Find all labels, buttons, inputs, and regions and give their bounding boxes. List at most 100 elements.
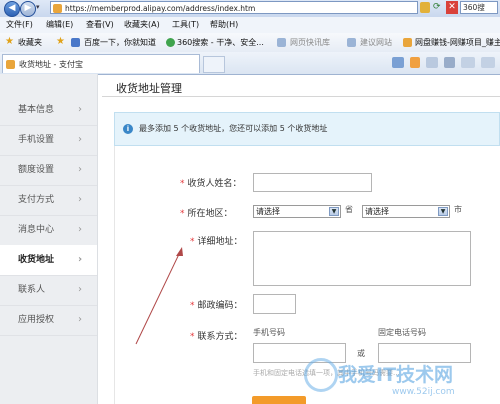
search-engine-box[interactable]: 360搜 bbox=[460, 1, 498, 14]
sidebar-item-app-auth[interactable]: 应用授权 › bbox=[0, 305, 97, 336]
zip-label: * 邮政编码： bbox=[190, 298, 243, 311]
site-favicon-icon bbox=[53, 4, 62, 13]
back-button[interactable]: ◀ bbox=[4, 1, 20, 17]
contact-label: * 联系方式： bbox=[190, 329, 243, 342]
zip-label-text: 邮政编码： bbox=[197, 301, 243, 311]
sidebar-item-basic-info[interactable]: 基本信息 › bbox=[0, 95, 97, 126]
baidu-icon bbox=[71, 38, 80, 47]
fav-link-360[interactable]: 360搜索 - 干净、安全... bbox=[177, 37, 264, 48]
province-select[interactable]: 请选择 ▼ bbox=[253, 205, 341, 218]
favorites-bar: ★ 收藏夹 ★ 百度一下，你就知道 360搜索 - 干净、安全... 网页快讯库… bbox=[0, 33, 500, 53]
province-select-value: 请选择 bbox=[256, 207, 280, 216]
tab-favicon-icon bbox=[6, 60, 15, 69]
fav-link-baidu[interactable]: 百度一下，你就知道 bbox=[84, 37, 156, 48]
required-mark: * bbox=[190, 301, 195, 311]
safety-menu-icon[interactable] bbox=[481, 57, 495, 68]
address-label: * 详细地址： bbox=[190, 234, 243, 247]
city-select-value: 请选择 bbox=[365, 207, 389, 216]
limit-notice: i 最多添加 5 个收货地址，您还可以添加 5 个收货地址 bbox=[114, 112, 500, 146]
menu-help[interactable]: 帮助(H) bbox=[210, 19, 238, 30]
chevron-right-icon: › bbox=[78, 284, 82, 295]
contact-hint: 手机和固定电话选填一项，其中手机号码需要... bbox=[253, 369, 400, 377]
notice-text: 最多添加 5 个收货地址，您还可以添加 5 个收货地址 bbox=[139, 124, 328, 133]
web-slice-icon bbox=[277, 38, 286, 47]
tab-alipay-address[interactable]: 收货地址 - 支付宝 bbox=[2, 54, 200, 73]
wangpan-icon bbox=[403, 38, 412, 47]
chevron-right-icon: › bbox=[78, 254, 83, 265]
menu-bar: 文件(F) 编辑(E) 查看(V) 收藏夹(A) 工具(T) 帮助(H) bbox=[0, 17, 500, 34]
home-icon[interactable] bbox=[392, 57, 404, 68]
name-label-text: 收货人姓名： bbox=[187, 179, 242, 189]
chevron-right-icon: › bbox=[78, 314, 82, 325]
menu-view[interactable]: 查看(V) bbox=[86, 19, 114, 30]
required-mark: * bbox=[180, 179, 185, 189]
url-field[interactable]: https://memberprod.alipay.com/address/in… bbox=[50, 1, 418, 14]
search-engine-label: 360搜 bbox=[463, 3, 485, 12]
mobile-label: 手机号码 bbox=[253, 328, 285, 337]
required-mark: * bbox=[190, 237, 195, 247]
menu-tools[interactable]: 工具(T) bbox=[172, 19, 199, 30]
fav-link-suggested[interactable]: 建议网站 bbox=[360, 37, 392, 48]
sidebar-item-limit[interactable]: 额度设置 › bbox=[0, 155, 97, 186]
suggested-sites-icon bbox=[347, 38, 356, 47]
favorites-star-icon: ★ bbox=[5, 36, 14, 47]
add-favorite-icon[interactable]: ★ bbox=[56, 36, 65, 47]
required-mark: * bbox=[180, 209, 185, 219]
rss-feed-icon[interactable] bbox=[410, 57, 420, 68]
or-text: 或 bbox=[357, 349, 365, 358]
refresh-icon[interactable]: ⟳ bbox=[433, 2, 443, 13]
save-button[interactable] bbox=[252, 396, 306, 404]
fav-link-wangpan[interactable]: 网盘赚钱-网赚项目_赚主... bbox=[415, 37, 500, 48]
detailed-address-textarea[interactable] bbox=[253, 231, 471, 286]
region-label: * 所在地区： bbox=[180, 206, 233, 219]
info-icon: i bbox=[123, 124, 133, 134]
sidebar-item-label: 基本信息 bbox=[18, 105, 55, 115]
chevron-right-icon: › bbox=[78, 194, 82, 205]
sidebar-item-phone[interactable]: 手机设置 › bbox=[0, 125, 97, 156]
chevron-right-icon: › bbox=[78, 164, 82, 175]
contact-label-text: 联系方式： bbox=[197, 332, 243, 342]
page-menu-icon[interactable] bbox=[461, 57, 475, 68]
sidebar-item-label: 联系人 bbox=[18, 285, 46, 295]
history-dropdown-icon[interactable]: ▾ bbox=[36, 3, 40, 11]
print-icon[interactable] bbox=[444, 57, 455, 68]
zip-code-input[interactable] bbox=[253, 294, 296, 314]
city-select[interactable]: 请选择 ▼ bbox=[362, 205, 450, 218]
region-label-text: 所在地区： bbox=[187, 209, 233, 219]
menu-file[interactable]: 文件(F) bbox=[6, 19, 33, 30]
so360-icon bbox=[166, 38, 175, 47]
stop-icon[interactable]: ✕ bbox=[446, 1, 458, 14]
chevron-down-icon: ▼ bbox=[438, 207, 448, 216]
mail-icon[interactable] bbox=[426, 57, 438, 68]
annotation-arrow bbox=[135, 247, 183, 345]
tab-bar: 收货地址 - 支付宝 bbox=[0, 52, 500, 75]
province-suffix: 省 bbox=[345, 205, 353, 214]
required-mark: * bbox=[190, 332, 195, 342]
sidebar-item-label: 消息中心 bbox=[18, 225, 55, 235]
menu-edit[interactable]: 编辑(E) bbox=[46, 19, 73, 30]
chevron-right-icon: › bbox=[78, 104, 82, 115]
sidebar-item-payment[interactable]: 支付方式 › bbox=[0, 185, 97, 216]
receiver-name-input[interactable] bbox=[253, 173, 372, 192]
sidebar-item-contacts[interactable]: 联系人 › bbox=[0, 275, 97, 306]
sidebar-item-label: 手机设置 bbox=[18, 135, 55, 145]
lock-icon[interactable] bbox=[420, 2, 430, 13]
chevron-right-icon: › bbox=[78, 134, 82, 145]
title-divider bbox=[102, 96, 500, 97]
menu-favorites[interactable]: 收藏夹(A) bbox=[124, 19, 160, 30]
sidebar-item-label: 支付方式 bbox=[18, 195, 55, 205]
city-suffix: 市 bbox=[454, 205, 462, 214]
fav-link-webslice[interactable]: 网页快讯库 bbox=[290, 37, 330, 48]
forward-button[interactable]: ▶ bbox=[20, 1, 36, 17]
new-tab-button[interactable] bbox=[203, 56, 225, 73]
page-title: 收货地址管理 bbox=[116, 82, 182, 95]
browser-address-bar: ◀ ▶ ▾ https://memberprod.alipay.com/addr… bbox=[0, 0, 500, 18]
phone-label: 固定电话号码 bbox=[378, 328, 426, 337]
sidebar-item-address[interactable]: 收货地址 › bbox=[0, 245, 97, 276]
sidebar-item-messages[interactable]: 消息中心 › bbox=[0, 215, 97, 246]
tab-title: 收货地址 - 支付宝 bbox=[19, 60, 83, 69]
chevron-right-icon: › bbox=[78, 224, 82, 235]
mobile-input[interactable] bbox=[253, 343, 346, 363]
favorites-button[interactable]: 收藏夹 bbox=[18, 37, 42, 48]
landline-input[interactable] bbox=[378, 343, 471, 363]
